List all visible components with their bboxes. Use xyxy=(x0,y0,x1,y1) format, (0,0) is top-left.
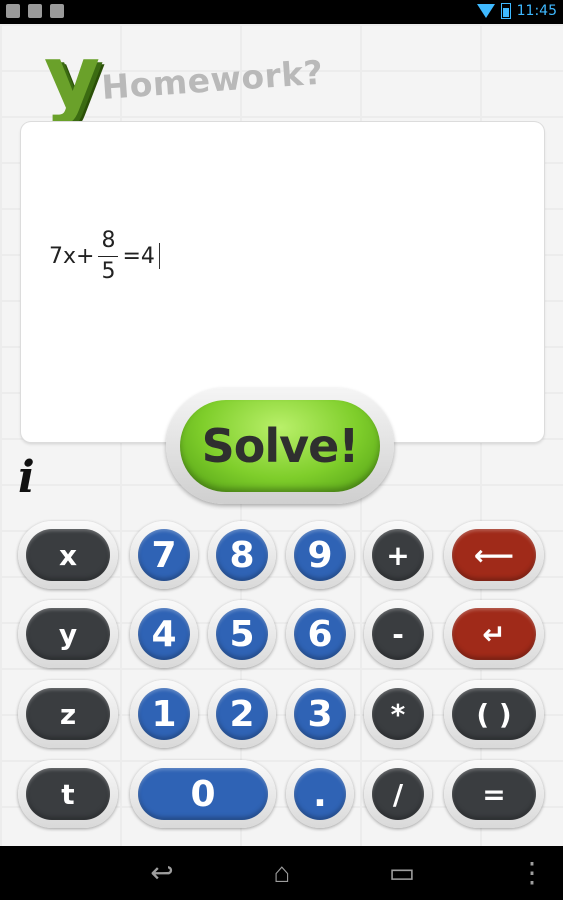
equation-lhs: 7x+ xyxy=(49,243,95,269)
key-7[interactable]: 7 xyxy=(138,529,190,581)
key-5[interactable]: 5 xyxy=(216,608,268,660)
gmail-icon xyxy=(28,4,42,18)
key-decimal[interactable]: . xyxy=(294,768,346,820)
app-logo: y xyxy=(44,27,101,127)
key-plus[interactable]: + xyxy=(372,529,424,581)
key-multiply[interactable]: * xyxy=(372,688,424,740)
key-3[interactable]: 3 xyxy=(294,688,346,740)
key-2[interactable]: 2 xyxy=(216,688,268,740)
navigation-bar: ↩ ⌂ ▭ ⋮ xyxy=(0,846,563,900)
recent-apps-icon[interactable]: ▭ xyxy=(382,856,422,890)
fraction-bar xyxy=(98,255,119,257)
key-x[interactable]: x xyxy=(26,529,110,581)
parentheses-button[interactable]: ( ) xyxy=(452,688,536,740)
enter-button[interactable]: ↵ xyxy=(452,608,536,660)
text-cursor xyxy=(158,243,160,269)
facebook-icon xyxy=(50,4,64,18)
key-divide[interactable]: / xyxy=(372,768,424,820)
key-equals[interactable]: = xyxy=(452,768,536,820)
key-6[interactable]: 6 xyxy=(294,608,346,660)
gallery-icon xyxy=(6,4,20,18)
equation-rhs: =4 xyxy=(122,243,155,269)
equation-display: 7x+ 8 5 =4 xyxy=(49,222,160,290)
home-icon[interactable]: ⌂ xyxy=(262,856,302,890)
key-9[interactable]: 9 xyxy=(294,529,346,581)
overflow-menu-icon[interactable]: ⋮ xyxy=(518,856,546,890)
key-minus[interactable]: - xyxy=(372,608,424,660)
key-8[interactable]: 8 xyxy=(216,529,268,581)
status-bar: 11:45 xyxy=(0,0,563,24)
key-z[interactable]: z xyxy=(26,688,110,740)
fraction: 8 5 xyxy=(98,227,119,284)
wifi-icon xyxy=(476,4,495,18)
fraction-numerator: 8 xyxy=(101,227,116,253)
key-y[interactable]: y xyxy=(26,608,110,660)
solve-button[interactable]: Solve! xyxy=(180,400,380,492)
fraction-denominator: 5 xyxy=(101,258,116,284)
back-icon[interactable]: ↩ xyxy=(142,856,182,890)
status-time: 11:45 xyxy=(516,3,557,19)
info-icon[interactable]: i xyxy=(18,456,35,500)
battery-icon xyxy=(500,3,511,19)
key-0[interactable]: 0 xyxy=(138,768,268,820)
key-4[interactable]: 4 xyxy=(138,608,190,660)
key-t[interactable]: t xyxy=(26,768,110,820)
backspace-button[interactable]: ⟵ xyxy=(452,529,536,581)
key-1[interactable]: 1 xyxy=(138,688,190,740)
